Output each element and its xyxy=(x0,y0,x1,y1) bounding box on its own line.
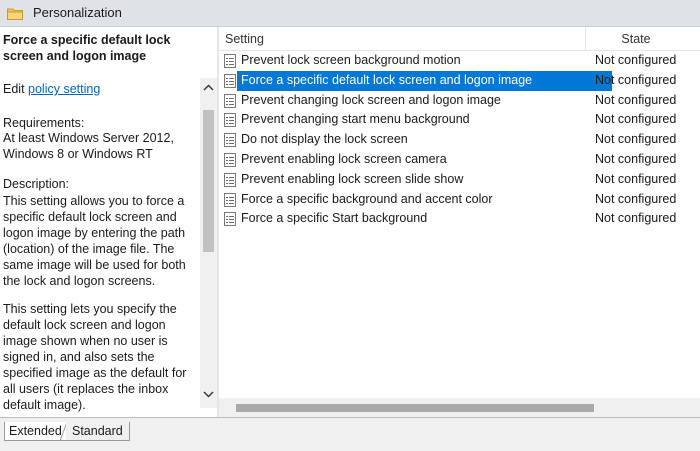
setting-name: Prevent enabling lock screen slide show xyxy=(241,171,464,186)
setting-state: Not configured xyxy=(595,152,677,166)
table-row[interactable]: Prevent changing start menu background No… xyxy=(219,110,700,130)
tab-standard[interactable]: Standard xyxy=(66,422,130,441)
table-row[interactable]: Force a specific background and accent c… xyxy=(219,190,700,210)
policy-setting-icon xyxy=(224,192,236,207)
policy-setting-icon xyxy=(224,93,236,108)
requirements-label: Requirements: xyxy=(3,116,85,130)
setting-name: Force a specific default lock screen and… xyxy=(241,72,533,87)
table-row[interactable]: Force a specific Start background Not con… xyxy=(219,209,700,229)
setting-name: Prevent changing lock screen and logon i… xyxy=(241,92,501,107)
description-scrollbar[interactable] xyxy=(200,78,217,408)
title-bar: Personalization xyxy=(0,0,700,27)
setting-name: Force a specific Start background xyxy=(241,211,428,226)
setting-name: Do not display the lock screen xyxy=(241,132,408,147)
table-row[interactable]: Prevent lock screen background motion Not… xyxy=(219,51,700,71)
setting-state: Not configured xyxy=(595,112,677,127)
view-tabs-bar: Extended Standard xyxy=(0,417,700,451)
description-paragraph-1: This setting allows you to force a speci… xyxy=(3,194,186,288)
requirements-text: At least Windows Server 2012, Windows 8 … xyxy=(3,131,174,161)
table-row[interactable]: Force a specific default lock screen and… xyxy=(219,70,700,91)
table-row[interactable]: Do not display the lock screen Not config… xyxy=(219,130,700,150)
table-row[interactable]: Prevent enabling lock screen slide show N… xyxy=(219,170,700,190)
setting-state: Not configured xyxy=(595,72,677,87)
description-paragraph-2: This setting lets you specify the defaul… xyxy=(3,302,187,412)
chevron-down-icon[interactable] xyxy=(200,385,217,403)
setting-state: Not configured xyxy=(595,171,677,186)
scrollbar-thumb[interactable] xyxy=(203,110,214,252)
chevron-up-icon[interactable] xyxy=(200,78,217,96)
setting-name: Force a specific background and accent c… xyxy=(241,191,493,206)
table-row[interactable]: Prevent changing lock screen and logon i… xyxy=(219,91,700,111)
column-header-setting[interactable]: Setting xyxy=(225,32,264,46)
policy-setting-icon xyxy=(224,212,236,227)
policy-setting-icon xyxy=(224,113,236,128)
policy-title: Force a specific default lock screen and… xyxy=(3,33,171,63)
setting-name: Prevent changing start menu background xyxy=(241,112,470,127)
policy-setting-icon xyxy=(224,73,236,88)
column-header-state[interactable]: State xyxy=(586,32,686,46)
setting-name: Prevent enabling lock screen camera xyxy=(241,152,447,166)
settings-list: Prevent lock screen background motion Not… xyxy=(219,51,700,371)
tab-extended[interactable]: Extended xyxy=(4,422,67,441)
setting-state: Not configured xyxy=(595,211,677,226)
description-pane: Force a specific default lock screen and… xyxy=(0,27,199,417)
setting-name: Prevent lock screen background motion xyxy=(241,53,461,67)
edit-line: Edit policy setting xyxy=(3,82,100,96)
edit-prefix: Edit xyxy=(3,82,25,96)
horizontal-scrollbar-thumb[interactable] xyxy=(236,404,594,412)
list-header: Setting State xyxy=(219,27,700,51)
policy-setting-icon xyxy=(224,153,236,167)
policy-setting-icon xyxy=(224,54,236,68)
edit-policy-setting-link[interactable]: policy setting xyxy=(28,82,100,96)
setting-state: Not configured xyxy=(595,132,677,147)
policy-setting-icon xyxy=(224,172,236,187)
horizontal-scrollbar[interactable] xyxy=(219,398,700,417)
setting-state: Not configured xyxy=(595,92,677,107)
setting-state: Not configured xyxy=(595,191,677,206)
setting-state: Not configured xyxy=(595,53,677,67)
description-label: Description: xyxy=(3,177,69,191)
policy-setting-icon xyxy=(224,133,236,148)
window-title: Personalization xyxy=(33,5,122,20)
folder-icon xyxy=(7,8,23,20)
table-row[interactable]: Prevent enabling lock screen camera Not c… xyxy=(219,150,700,170)
